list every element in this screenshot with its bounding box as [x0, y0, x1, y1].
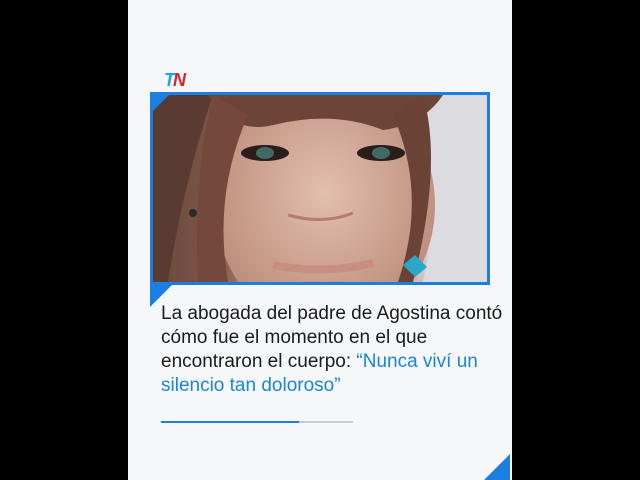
post-card: TN La abogada del padre de Agostina cont… — [128, 0, 512, 480]
corner-accent-bottom-right — [484, 454, 510, 480]
photo-frame — [150, 92, 490, 285]
article-headline: La abogada del padre de Agostina contó c… — [161, 302, 506, 398]
article-photo — [150, 92, 490, 285]
logo-letter-n: N — [173, 70, 186, 90]
logo-letter-t: T — [164, 70, 175, 90]
tn-logo: TN — [164, 70, 194, 90]
divider-accent — [161, 421, 299, 423]
corner-accent-top-left — [150, 92, 172, 114]
